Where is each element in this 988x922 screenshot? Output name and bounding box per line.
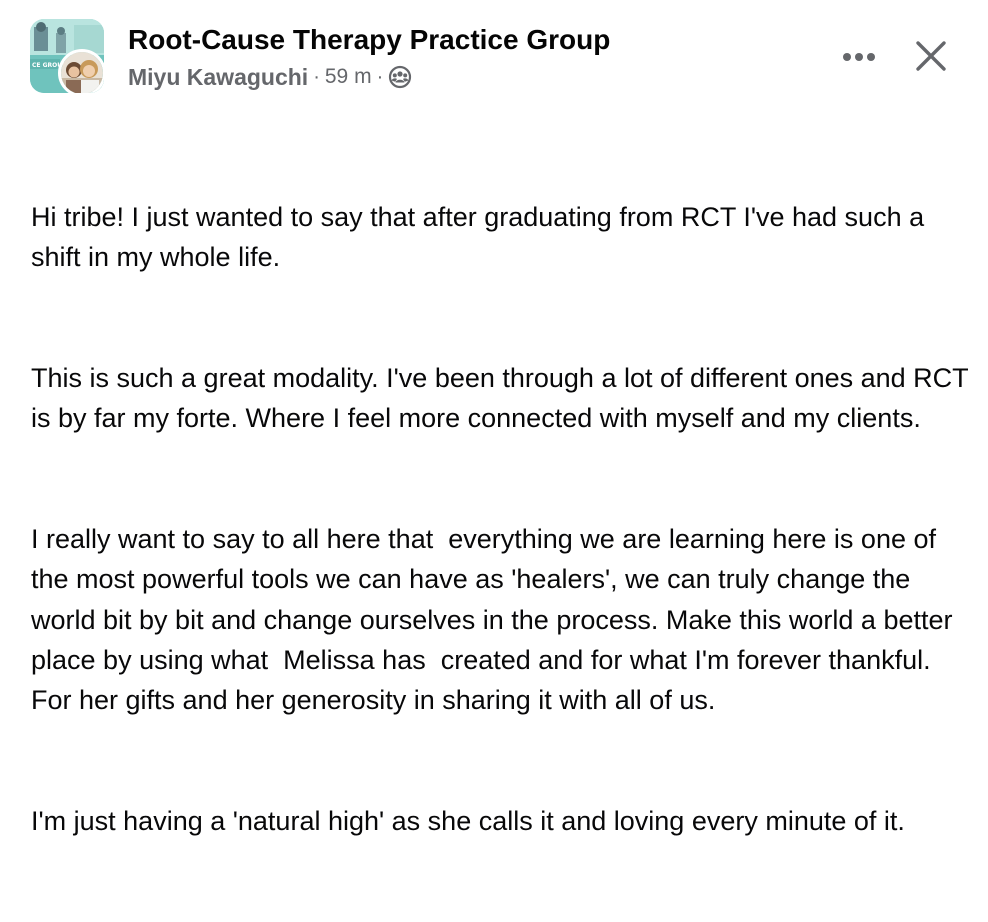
author-name-link[interactable]: Miyu Kawaguchi xyxy=(128,62,308,92)
separator-dot: · xyxy=(313,66,320,88)
separator-dot: · xyxy=(376,66,384,88)
post-subline: Miyu Kawaguchi · 59 m · xyxy=(128,62,768,92)
author-avatar[interactable] xyxy=(58,49,104,93)
close-icon xyxy=(916,41,946,71)
more-options-icon xyxy=(843,53,875,61)
group-name-link[interactable]: Root-Cause Therapy Practice Group xyxy=(128,22,768,58)
post-body: Hi tribe! I just wanted to say that afte… xyxy=(31,116,971,922)
post-paragraph: This is such a great modality. I've been… xyxy=(31,362,976,434)
post-card: CE GROUP Root-Cause Therapy Practice Gro… xyxy=(0,0,988,836)
author-photo xyxy=(61,52,103,93)
post-header: CE GROUP Root-Cause Therapy Practice Gro… xyxy=(30,18,960,102)
group-members-icon[interactable] xyxy=(388,65,412,89)
post-meta: Root-Cause Therapy Practice Group Miyu K… xyxy=(128,22,768,92)
post-paragraph: I really want to say to all here that ev… xyxy=(31,523,960,716)
post-paragraph: Hi tribe! I just wanted to say that afte… xyxy=(31,201,932,272)
post-timestamp[interactable]: 59 m xyxy=(325,62,372,92)
post-paragraph: I'm just having a 'natural high' as she … xyxy=(31,806,905,837)
more-options-button[interactable] xyxy=(836,38,882,76)
close-button[interactable] xyxy=(910,33,952,79)
group-avatar[interactable]: CE GROUP xyxy=(30,19,104,93)
